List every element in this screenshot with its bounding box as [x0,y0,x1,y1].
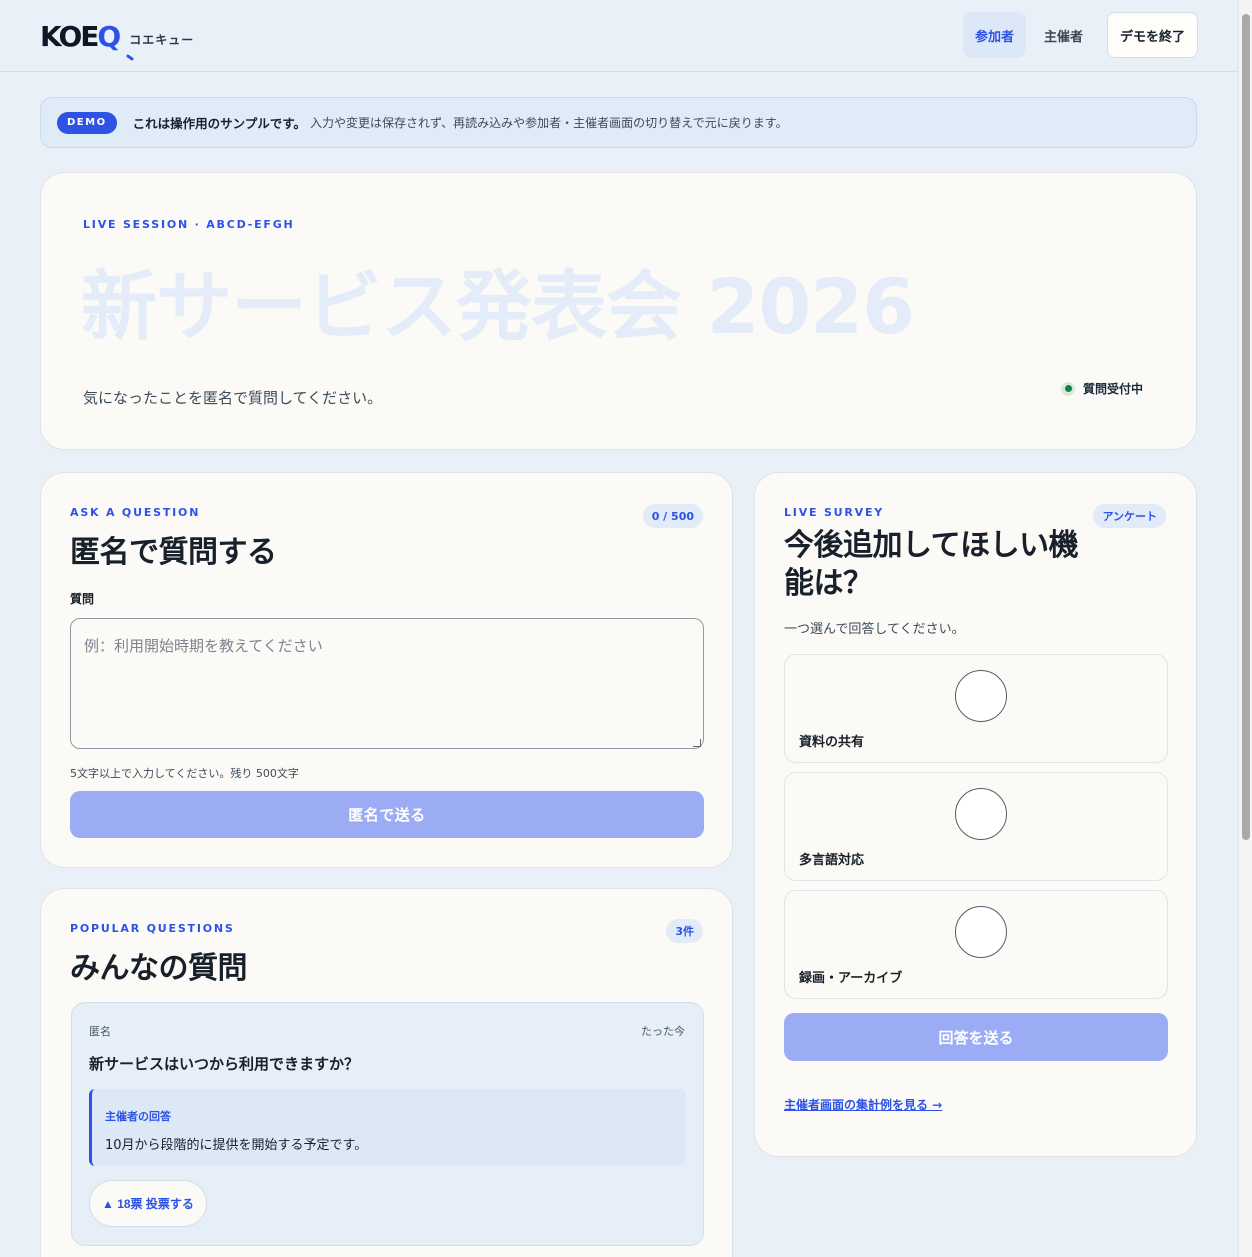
demo-banner-text: 入力や変更は保存されず、再読み込みや参加者・主催者画面の切り替えで元に戻ります。 [309,116,788,130]
status-dot-icon [1061,381,1075,396]
ask-question-card: ASK A QUESTION 0 / 500 匿名で質問する 質問 5文字以上で… [40,472,733,868]
popular-questions-card: POPULAR QUESTIONS 3件 みんなの質問 匿名 たった今 新サービ… [40,888,733,1257]
survey-subtitle: 一つ選んで回答してください。 [784,622,965,637]
demo-badge: DEMO [57,111,117,134]
question-time: たった今 [641,1025,685,1038]
end-demo-button[interactable]: デモを終了 [1106,12,1198,58]
top-bar: KOEQ コエキュー 参加者 主催者 デモを終了 [0,0,1238,72]
char-counter: 0 / 500 [642,504,703,528]
survey-option[interactable]: 多言語対応 [784,772,1168,881]
session-hero: LIVE SESSION · ABCD-EFGH 新サービス発表会 2026 気… [40,172,1197,450]
popular-eyebrow: POPULAR QUESTIONS [70,922,235,935]
session-eyebrow: LIVE SESSION · ABCD-EFGH [83,218,295,231]
vote-button[interactable]: ▲ 18票 投票する [89,1180,207,1227]
radio-button[interactable] [955,788,1007,840]
survey-option[interactable]: 資料の共有 [784,654,1168,763]
logo-accent [125,53,135,62]
organizer-summary-link[interactable]: 主催者画面の集計例を見る → [784,1096,942,1113]
survey-option-label: 多言語対応 [799,853,865,868]
nav-organizer-button[interactable]: 主催者 [1032,12,1095,58]
logo[interactable]: KOEQ コエキュー [40,20,195,62]
question-hint: 5文字以上で入力してください。残り 500文字 [70,767,299,780]
survey-option-label: 資料の共有 [799,735,865,750]
popular-title: みんなの質問 [70,951,248,986]
answer-label: 主催者の回答 [105,1110,171,1123]
nav-participant-button[interactable]: 参加者 [962,12,1026,58]
question-input[interactable] [70,618,704,749]
survey-eyebrow: LIVE SURVEY [784,506,885,519]
ask-title: 匿名で質問する [70,535,277,570]
status-badge: 質問受付中 [1061,380,1143,397]
question-author: 匿名 [89,1025,111,1038]
radio-button[interactable] [955,906,1007,958]
question-count-badge: 3件 [666,919,703,943]
status-label: 質問受付中 [1083,382,1144,396]
page-scrollbar[interactable] [1238,0,1252,1257]
header-nav: 参加者 主催者 デモを終了 [962,12,1198,58]
live-survey-card: LIVE SURVEY アンケート 今後追加してほしい機能は？ 一つ選んで回答し… [754,472,1197,1157]
question-field-label: 質問 [70,592,95,606]
survey-title: 今後追加してほしい機能は？ [784,528,1079,601]
survey-badge: アンケート [1093,504,1166,528]
demo-banner-strong: これは操作用のサンプルです。 [132,116,306,131]
answer-text: 10月から段階的に提供を開始する予定です。 [105,1138,368,1153]
survey-option[interactable]: 録画・アーカイブ [784,890,1168,999]
resize-handle-icon[interactable] [693,739,701,747]
organizer-answer: 主催者の回答 10月から段階的に提供を開始する予定です。 [89,1089,686,1166]
session-description: 気になったことを匿名で質問してください。 [83,389,383,407]
survey-option-label: 録画・アーカイブ [799,971,903,986]
demo-banner: DEMO これは操作用のサンプルです。 入力や変更は保存されず、再読み込みや参加… [40,97,1197,148]
logo-subtitle: コエキュー [129,33,195,47]
scrollbar-thumb[interactable] [1242,14,1250,840]
radio-button[interactable] [955,670,1007,722]
question-text: 新サービスはいつから利用できますか？ [89,1055,360,1073]
ask-eyebrow: ASK A QUESTION [70,506,201,519]
question-item: 匿名 たった今 新サービスはいつから利用できますか？ 主催者の回答 10月から段… [71,1002,704,1246]
send-answer-button[interactable]: 回答を送る [784,1013,1168,1061]
logo-mark: KOEQ [40,20,121,53]
send-question-button[interactable]: 匿名で送る [70,791,704,838]
session-title: 新サービス発表会 2026 [81,262,915,351]
